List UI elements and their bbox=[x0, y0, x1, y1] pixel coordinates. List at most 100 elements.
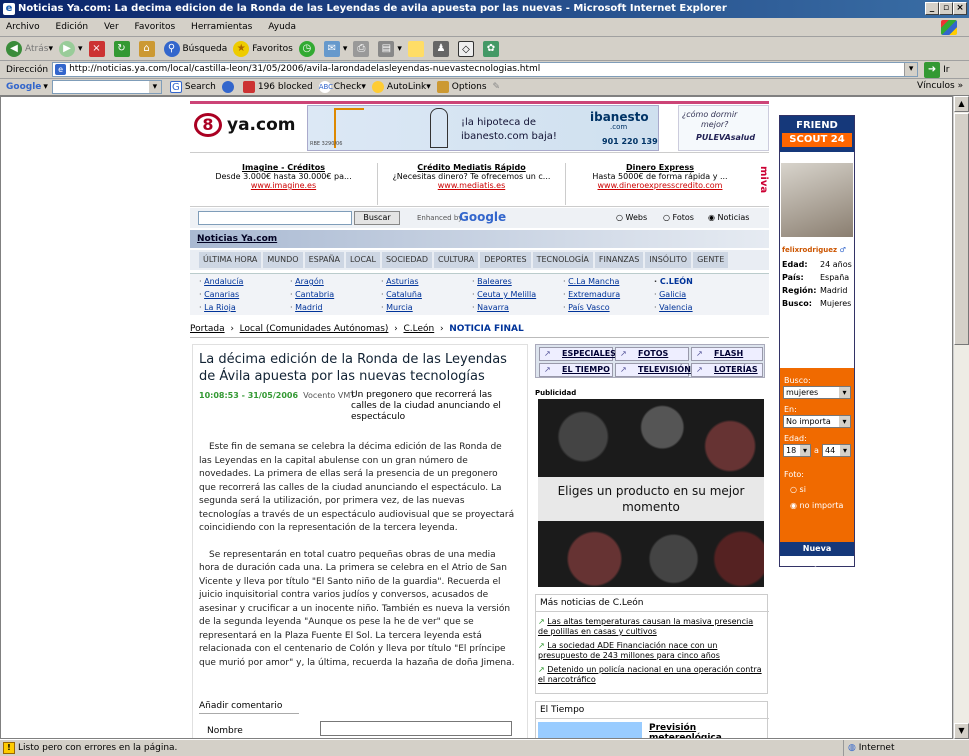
en-select[interactable]: No importa ▾ bbox=[783, 415, 851, 428]
list-item[interactable]: ↗ Detenido un policía nacional en una op… bbox=[538, 665, 764, 685]
menu-archivo[interactable]: Archivo bbox=[6, 22, 40, 32]
edit-button[interactable]: ▤ ▾ bbox=[378, 40, 402, 57]
forward-button[interactable]: ▶ ▾ bbox=[58, 40, 83, 57]
foto-no-radio[interactable]: ◉ no importa bbox=[790, 501, 843, 510]
quick-television[interactable]: TELEVISIÓN bbox=[615, 363, 691, 377]
vertical-scrollbar[interactable]: ▲ ▼ bbox=[953, 96, 969, 739]
nav-finanzas[interactable]: FINANZAS bbox=[594, 252, 644, 268]
busco-select[interactable]: mujeres ▾ bbox=[783, 386, 851, 399]
nav-cultura[interactable]: CULTURA bbox=[434, 252, 479, 268]
autolink-button[interactable]: AutoLink ▾ bbox=[371, 81, 431, 93]
region-link[interactable]: · Baleares bbox=[472, 277, 512, 286]
radio-fotos[interactable]: ○ Fotos bbox=[663, 213, 694, 222]
region-link[interactable]: · Andalucía bbox=[199, 277, 243, 286]
maximize-button[interactable]: ▫ bbox=[939, 2, 953, 15]
region-link[interactable]: · Aragón bbox=[290, 277, 324, 286]
profile-photo[interactable] bbox=[781, 163, 853, 237]
puleva-banner[interactable]: ¿cómo dormir mejor? PULEVAsalud bbox=[678, 105, 769, 151]
profile-username[interactable]: felixrodriguez ♂ bbox=[782, 246, 846, 254]
region-link[interactable]: · La Rioja bbox=[199, 303, 236, 312]
nav-espana[interactable]: ESPAÑA bbox=[304, 252, 344, 268]
search-button[interactable]: ⚲ Búsqueda bbox=[163, 40, 227, 57]
edad-from-select[interactable]: 18 ▾ bbox=[783, 444, 811, 457]
links-button[interactable]: Vínculos » bbox=[917, 81, 963, 91]
scroll-up-icon[interactable]: ▲ bbox=[954, 96, 969, 112]
breadcrumb-portada[interactable]: Portada bbox=[190, 324, 225, 334]
ad-item[interactable]: Imagine - Créditos Desde 3.000€ hasta 30… bbox=[190, 163, 378, 205]
quick-el-tiempo[interactable]: EL TIEMPO bbox=[539, 363, 613, 377]
scroll-thumb[interactable] bbox=[954, 113, 969, 345]
scroll-down-icon[interactable]: ▼ bbox=[954, 723, 969, 739]
home-button[interactable]: ⌂ bbox=[138, 40, 158, 57]
menu-edicion[interactable]: Edición bbox=[56, 22, 89, 32]
ibanesto-banner[interactable]: RBE 3290/06 ¡la hipoteca de ibanesto.com… bbox=[307, 105, 659, 151]
nav-ultima-hora[interactable]: ÚLTIMA HORA bbox=[199, 252, 262, 268]
messenger-button[interactable]: ♟ bbox=[432, 40, 452, 57]
back-button[interactable]: ◀ Atrás ▾ bbox=[6, 40, 53, 57]
nav-deportes[interactable]: DEPORTES bbox=[480, 252, 531, 268]
warning-icon[interactable]: ! bbox=[3, 742, 15, 754]
region-link[interactable]: · Ceuta y Melilla bbox=[472, 290, 536, 299]
google-menu-icon[interactable]: ▾ bbox=[43, 82, 48, 92]
history-button[interactable]: ◷ bbox=[298, 40, 318, 57]
region-link[interactable]: · C.La Mancha bbox=[563, 277, 619, 286]
nav-gente[interactable]: GENTE bbox=[693, 252, 729, 268]
region-link[interactable]: · Asturias bbox=[381, 277, 419, 286]
google-search-input[interactable]: ▾ bbox=[51, 80, 162, 94]
region-link[interactable]: · Galicia bbox=[654, 290, 686, 299]
google-news-button[interactable] bbox=[221, 81, 237, 93]
quick-flash[interactable]: FLASH bbox=[691, 347, 763, 361]
address-input[interactable]: e http://noticias.ya.com/local/castilla-… bbox=[52, 62, 919, 77]
nav-insolito[interactable]: INSÓLITO bbox=[645, 252, 692, 268]
region-link[interactable]: · Murcia bbox=[381, 303, 413, 312]
options-button[interactable]: Options bbox=[436, 81, 487, 93]
folder-button[interactable] bbox=[407, 40, 427, 57]
region-link[interactable]: · Extremadura bbox=[563, 290, 620, 299]
region-link[interactable]: · Cantabria bbox=[290, 290, 334, 299]
address-dropdown-icon[interactable]: ▾ bbox=[904, 63, 918, 76]
region-link[interactable]: · País Vasco bbox=[563, 303, 610, 312]
pencil-button[interactable]: ✎ bbox=[493, 82, 501, 92]
region-link[interactable]: · Madrid bbox=[290, 303, 323, 312]
menu-ayuda[interactable]: Ayuda bbox=[268, 22, 296, 32]
region-link[interactable]: · Valencia bbox=[654, 303, 693, 312]
popup-blocker-button[interactable]: 196 blocked bbox=[242, 81, 313, 93]
foto-si-radio[interactable]: ○ si bbox=[790, 485, 806, 494]
discuss-button[interactable]: ◇ bbox=[457, 40, 477, 57]
stop-button[interactable]: × bbox=[88, 40, 108, 57]
nueva-busqueda-button[interactable]: Nueva búsqueda bbox=[780, 542, 854, 567]
refresh-button[interactable]: ↻ bbox=[113, 40, 133, 57]
yacom-logo[interactable]: 8 ya.com bbox=[194, 111, 304, 141]
print-button[interactable]: ⎙ bbox=[353, 40, 372, 57]
news-search-input[interactable] bbox=[198, 211, 352, 225]
nav-local[interactable]: LOCAL bbox=[345, 252, 380, 268]
breadcrumb-local[interactable]: Local (Comunidades Autónomas) bbox=[240, 324, 389, 334]
weather-forecast-link[interactable]: Previsión metereológica bbox=[649, 723, 767, 738]
region-link[interactable]: · Cataluña bbox=[381, 290, 422, 299]
minimize-button[interactable]: _ bbox=[925, 2, 939, 15]
name-input[interactable] bbox=[320, 721, 512, 736]
quick-loterias[interactable]: LOTERÍAS bbox=[691, 363, 763, 377]
menu-ver[interactable]: Ver bbox=[104, 22, 119, 32]
quick-fotos[interactable]: FOTOS bbox=[615, 347, 689, 361]
nav-mundo[interactable]: MUNDO bbox=[263, 252, 303, 268]
list-item[interactable]: ↗ La sociedad ADE Financiación nace con … bbox=[538, 641, 764, 661]
google-search-button[interactable]: G Search bbox=[169, 81, 216, 93]
region-link-active[interactable]: · C.LEÓN bbox=[654, 277, 693, 286]
region-link[interactable]: · Canarias bbox=[199, 290, 239, 299]
google-brand[interactable]: Google bbox=[6, 82, 41, 92]
research-button[interactable]: ✿ bbox=[482, 40, 502, 57]
menu-favoritos[interactable]: Favoritos bbox=[135, 22, 176, 32]
breadcrumb-cleon[interactable]: C.León bbox=[403, 324, 434, 334]
close-button[interactable]: × bbox=[953, 2, 967, 15]
buscar-button[interactable]: Buscar bbox=[354, 211, 400, 225]
radio-noticias[interactable]: ◉ Noticias bbox=[708, 213, 749, 222]
quick-especiales[interactable]: ESPECIALES bbox=[539, 347, 616, 361]
region-link[interactable]: · Navarra bbox=[472, 303, 509, 312]
spell-check-button[interactable]: ABC Check ▾ bbox=[318, 81, 366, 93]
ad-item[interactable]: Dinero Express Hasta 5000€ de forma rápi… bbox=[566, 163, 754, 205]
section-title-link[interactable]: Noticias Ya.com bbox=[197, 234, 277, 244]
nav-sociedad[interactable]: SOCIEDAD bbox=[381, 252, 432, 268]
menu-herramientas[interactable]: Herramientas bbox=[191, 22, 252, 32]
list-item[interactable]: ↗ Las altas temperaturas causan la masiv… bbox=[538, 617, 764, 637]
